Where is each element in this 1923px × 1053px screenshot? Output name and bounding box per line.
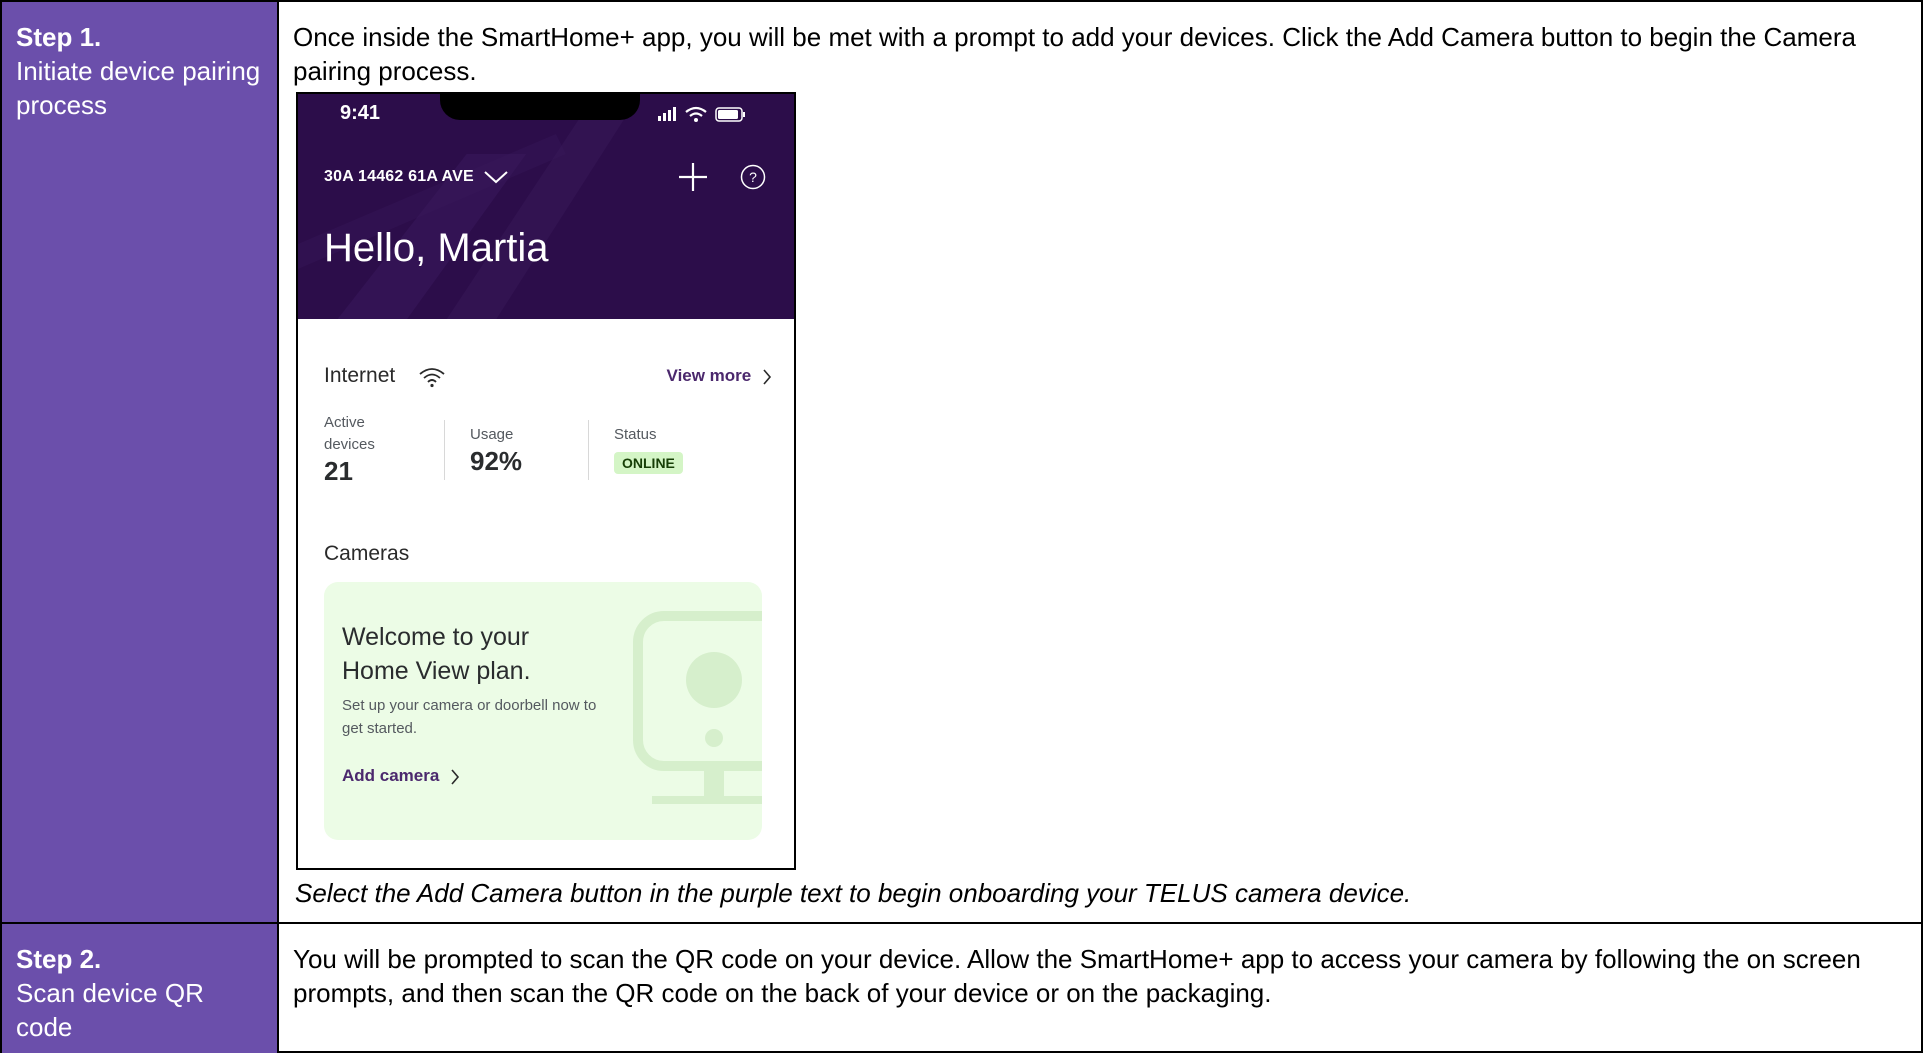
status-bar-icons [658,106,745,122]
step-instructions: Once inside the SmartHome+ app, you will… [293,22,1856,86]
table-row-step-1: Step 1. Initiate device pairing process … [2,2,1921,924]
chevron-right-icon [451,768,460,785]
status-label: Status [614,426,657,443]
usage-stat: Usage 92% [470,424,522,477]
step-instructions: You will be prompted to scan the QR code… [293,944,1861,1008]
step-title: Step 1. [16,22,102,52]
instructions-table: Step 1. Initiate device pairing process … [0,0,1923,1053]
add-camera-label: Add camera [342,766,440,785]
step-cell: Step 2. Scan device QR code [2,924,279,1053]
usage-label: Usage [470,426,514,443]
table-row-step-2: Step 2. Scan device QR code You will be … [2,924,1921,1053]
content-cell: You will be prompted to scan the QR code… [281,924,1921,1053]
camera-welcome-card: Welcome to your Home View plan. Set up y… [324,582,762,840]
promo-subtitle: Set up your camera or doorbell now to ge… [342,697,597,737]
status-stat: Status ONLINE [614,424,683,474]
promo-title: Welcome to your Home View plan. [342,623,531,685]
internet-section-header: Internet View more [324,364,772,392]
camera-illustration [633,611,762,804]
plus-icon[interactable] [676,160,710,194]
help-icon[interactable]: ? [740,164,766,190]
cameras-section-title: Cameras [324,542,410,565]
svg-text:?: ? [749,169,757,185]
header-pattern [298,94,641,319]
active-devices-stat: Active devices 21 [324,412,434,487]
wifi-icon [419,368,445,388]
stat-divider [588,420,589,480]
view-more-label: View more [666,366,752,385]
step-title: Step 2. [16,944,102,974]
status-badge: ONLINE [614,452,683,474]
screenshot-caption: Select the Add Camera button in the purp… [295,878,1412,908]
chevron-down-icon [483,171,508,184]
status-bar-time: 9:41 [340,102,381,124]
address-selector[interactable]: 30A 14462 61A AVE [324,168,509,186]
active-devices-label: Active devices [324,414,375,453]
step-description: Initiate device pairing process [16,56,261,120]
view-more-link[interactable]: View more [667,366,772,386]
address-text: 30A 14462 61A AVE [324,168,474,185]
stat-divider [444,420,445,480]
greeting-title: Hello, Martia [324,226,549,270]
chevron-right-icon [763,368,772,385]
app-screenshot: 9:41 30A 14462 61A AVE ? Hello, Martia I… [296,92,796,870]
usage-value: 92% [470,446,523,476]
active-devices-value: 21 [324,456,353,486]
phone-notch [440,94,640,120]
app-header: 9:41 30A 14462 61A AVE ? Hello, Martia [298,94,794,319]
internet-label: Internet [324,364,396,387]
step-description: Scan device QR code [16,978,204,1042]
step-cell: Step 1. Initiate device pairing process [2,2,279,922]
add-camera-button[interactable]: Add camera [342,766,460,786]
